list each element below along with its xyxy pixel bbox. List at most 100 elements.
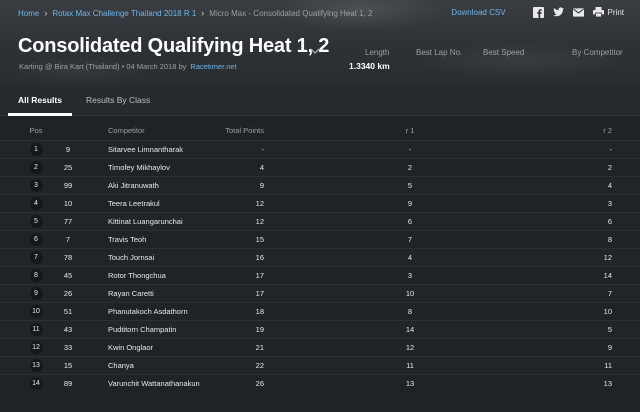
position-badge: 11 — [29, 323, 43, 336]
r1-result: 6 — [407, 217, 413, 226]
total-points: 26 — [255, 379, 264, 388]
competitor-name: Aki Jitranuwath — [108, 181, 159, 190]
r2-result: 7 — [607, 289, 612, 298]
twitter-icon[interactable] — [552, 7, 564, 18]
facebook-icon[interactable] — [532, 6, 544, 18]
table-row[interactable]: 6 7 Travis Teoh 15 7 8 — [0, 230, 640, 248]
chevron-right-icon: › — [44, 8, 48, 18]
kart-number: 78 — [63, 253, 73, 262]
competitor-name: Phanutakoch Asdathorn — [108, 307, 188, 316]
position-cell: 4 — [20, 195, 52, 212]
tab-results-by-class[interactable]: Results By Class — [86, 95, 150, 105]
competitor-name: Varunchit Wattanathanakun — [108, 379, 200, 388]
print-button[interactable]: Print — [608, 8, 624, 17]
competitor-name: Rayan Caretti — [108, 289, 154, 298]
competitor-name: Teera Leetrakul — [108, 199, 160, 208]
r1-result: 5 — [407, 181, 413, 190]
r2-result: 14 — [603, 271, 612, 280]
breadcrumb-event[interactable]: Rotax Max Challenge Thailand 2018 R 1 — [52, 9, 196, 18]
kart-number: 15 — [63, 361, 73, 370]
kart-number: 9 — [65, 145, 71, 154]
position-cell: 14 — [20, 375, 52, 392]
best-lap-label: Best Lap No. — [416, 48, 463, 57]
table-row[interactable]: 8 45 Rotor Thongchua 17 3 14 — [0, 266, 640, 284]
header-band: Home › Rotax Max Challenge Thailand 2018… — [0, 0, 640, 86]
total-points: 21 — [255, 343, 264, 352]
r2-result: 2 — [607, 163, 612, 172]
racetimer-link[interactable]: Racetimer.net — [190, 62, 236, 71]
header-pos[interactable]: Pos — [20, 120, 52, 140]
position-badge: 8 — [29, 269, 43, 282]
total-points: 12 — [255, 199, 264, 208]
position-cell: 8 — [20, 267, 52, 284]
table-row[interactable]: 9 26 Rayan Caretti 17 10 7 — [0, 284, 640, 302]
position-cell: 11 — [20, 321, 52, 338]
kart-number: 33 — [63, 343, 73, 352]
kart-number: 43 — [63, 325, 73, 334]
position-badge: 13 — [29, 359, 43, 372]
r1-result: 10 — [405, 289, 415, 298]
header-r2[interactable]: r 2 — [588, 120, 612, 140]
kart-number: 26 — [63, 289, 73, 298]
table-row[interactable]: 2 25 Timofey Mikhaylov 4 2 2 — [0, 158, 640, 176]
position-cell: 2 — [20, 159, 52, 176]
top-actions: Download CSV Print — [451, 4, 624, 20]
table-row[interactable]: 14 89 Varunchit Wattanathanakun 26 13 13 — [0, 374, 640, 392]
total-points: 17 — [255, 271, 264, 280]
position-cell: 10 — [20, 303, 52, 320]
total-points: 22 — [255, 361, 264, 370]
kart-number: 7 — [65, 235, 71, 244]
competitor-name: Chanya — [108, 361, 134, 370]
position-badge: 7 — [29, 251, 43, 264]
position-badge: 14 — [29, 377, 43, 390]
table-row[interactable]: 1 9 Sitarvee Limnantharak - - - — [0, 140, 640, 158]
kart-number: 89 — [63, 379, 73, 388]
table-row[interactable]: 5 77 Kittinat Luangarunchai 12 6 6 — [0, 212, 640, 230]
download-csv-link[interactable]: Download CSV — [451, 8, 505, 17]
total-points: 4 — [259, 163, 264, 172]
tab-all-results[interactable]: All Results — [18, 95, 62, 105]
breadcrumb: Home › Rotax Max Challenge Thailand 2018… — [18, 6, 372, 20]
position-cell: 3 — [20, 177, 52, 194]
r2-result: 11 — [604, 361, 612, 370]
r1-result: 2 — [407, 163, 413, 172]
total-points: 16 — [255, 253, 264, 262]
position-cell: 5 — [20, 213, 52, 230]
r2-result: 10 — [603, 307, 612, 316]
header-r1[interactable]: r 1 — [396, 120, 424, 140]
r1-result: 7 — [407, 235, 413, 244]
table-row[interactable]: 3 99 Aki Jitranuwath 9 5 4 — [0, 176, 640, 194]
position-badge: 10 — [29, 305, 43, 318]
kart-number: 25 — [63, 163, 73, 172]
table-row[interactable]: 7 78 Touch Jornsai 16 4 12 — [0, 248, 640, 266]
email-icon[interactable] — [572, 7, 584, 18]
r1-result: 13 — [405, 379, 415, 388]
position-cell: 7 — [20, 249, 52, 266]
table-row[interactable]: 11 43 Pudtitorn Champatin 19 14 5 — [0, 320, 640, 338]
r1-result: - — [408, 145, 412, 154]
r1-result: 8 — [407, 307, 413, 316]
table-row[interactable]: 4 10 Teera Leetrakul 12 9 3 — [0, 194, 640, 212]
print-icon[interactable] — [592, 7, 604, 18]
best-speed-label: Best Speed — [483, 48, 525, 57]
kart-number: 45 — [63, 271, 73, 280]
table-row[interactable]: 12 33 Kwin Onglaor 21 12 9 — [0, 338, 640, 356]
table-row[interactable]: 13 15 Chanya 22 11 11 — [0, 356, 640, 374]
page-title: Consolidated Qualifying Heat 1, 2 — [18, 35, 330, 57]
r2-result: 13 — [603, 379, 612, 388]
breadcrumb-home[interactable]: Home — [18, 9, 39, 18]
competitor-name: Sitarvee Limnantharak — [108, 145, 184, 154]
length-label: Length — [365, 48, 390, 57]
total-points: 15 — [255, 235, 264, 244]
position-badge: 4 — [29, 197, 43, 210]
results-tabs: All Results Results By Class — [0, 86, 640, 116]
position-badge: 2 — [29, 161, 43, 174]
competitor-name: Timofey Mikhaylov — [108, 163, 170, 172]
event-info: Karting @ Bira Kart (Thailand) • 04 Marc… — [19, 62, 187, 71]
event-subtitle: Karting @ Bira Kart (Thailand) • 04 Marc… — [19, 62, 237, 71]
header-total-points[interactable]: Total Points — [210, 120, 264, 140]
position-cell: 12 — [20, 339, 52, 356]
table-row[interactable]: 10 51 Phanutakoch Asdathorn 18 8 10 — [0, 302, 640, 320]
r2-result: 8 — [607, 235, 612, 244]
chevron-down-icon[interactable] — [310, 42, 320, 54]
